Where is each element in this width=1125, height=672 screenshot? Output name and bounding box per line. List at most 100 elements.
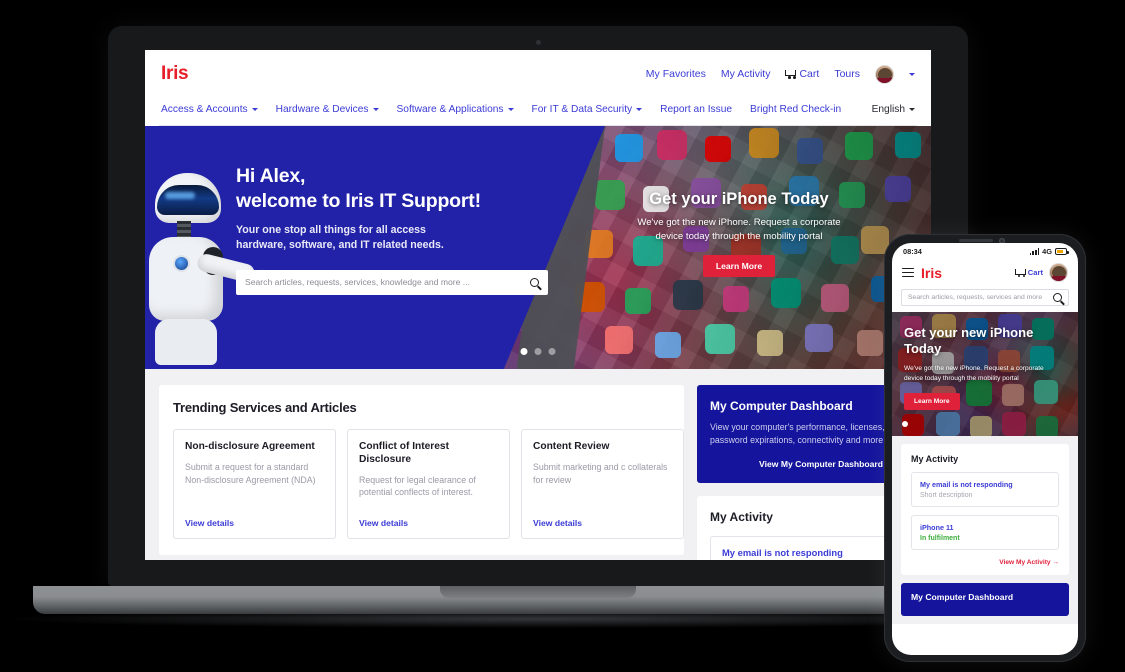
trending-tile-conflict-of-interest[interactable]: Conflict of Interest Disclosure Request … (347, 429, 510, 539)
phone-hero-content: Get your new iPhone Today We've got the … (892, 312, 1078, 436)
chevron-down-icon (636, 108, 643, 111)
phone-header: Iris Cart (892, 258, 1078, 285)
nav-label: Access & Accounts (161, 104, 248, 115)
phone-cart-label: Cart (1027, 268, 1043, 277)
site-header: Iris My Favorites My Activity Cart Tours (145, 50, 931, 126)
hero-banner: Hi Alex, welcome to Iris IT Support! You… (145, 126, 931, 369)
phone-activity-item-name: iPhone 11 (920, 523, 954, 532)
nav-label: Software & Applications (396, 104, 504, 115)
search-input[interactable]: Search articles, requests, services, kno… (236, 269, 548, 295)
brand-logo[interactable]: Iris (161, 63, 189, 85)
carousel-dots (520, 348, 556, 355)
nav-items: Access & Accounts Hardware & Devices Sof… (161, 104, 841, 115)
trending-title: Trending Services and Articles (173, 400, 357, 415)
search-icon[interactable] (530, 277, 539, 287)
phone-hero-banner: Get your new iPhone Today We've got the … (892, 312, 1078, 436)
phone-cart-link[interactable]: Cart (1014, 268, 1043, 278)
dashboard-desc-line1: View your computer's performance, licens… (710, 422, 885, 432)
hero-greeting: Hi Alex, (236, 165, 306, 187)
hamburger-menu-icon[interactable] (902, 267, 914, 278)
trending-tile-content-review[interactable]: Content Review Submit marketing and c co… (521, 429, 684, 539)
link-my-favorites[interactable]: My Favorites (646, 68, 706, 80)
phone-activity-card: My Activity My email is not responding S… (901, 444, 1069, 575)
carousel-dot[interactable] (534, 348, 542, 355)
chevron-down-icon-profile[interactable] (909, 72, 915, 76)
carousel-dot-active[interactable] (520, 348, 528, 355)
phone-view-my-activity-link[interactable]: View My Activity → (911, 559, 1059, 566)
phone-activity-item-name: My email is not responding (920, 480, 1013, 489)
phone-brand-logo[interactable]: Iris (921, 265, 1015, 281)
tile-title: Non-disclosure Agreement (185, 441, 315, 452)
nav-label: Report an Issue (660, 104, 733, 115)
view-dashboard-link[interactable]: View My Computer Dashboard → (710, 459, 894, 469)
trending-card: Trending Services and Articles Non-discl… (159, 385, 684, 555)
phone-activity-item-email[interactable]: My email is not responding Short descrip… (911, 472, 1059, 507)
tile-title: Content Review (533, 441, 610, 452)
learn-more-button[interactable]: Learn More (702, 254, 776, 277)
nav-item-it-data-security[interactable]: For IT & Data Security (532, 104, 643, 115)
phone-avatar[interactable] (1049, 263, 1068, 282)
content-left-column: Trending Services and Articles Non-discl… (159, 385, 684, 560)
link-tours[interactable]: Tours (834, 68, 860, 80)
hero-welcome: welcome to Iris IT Support! (236, 189, 481, 212)
trending-tiles: Non-disclosure Agreement Submit a reques… (173, 429, 684, 539)
phone-search-placeholder: Search articles, requests, services and … (908, 294, 1043, 301)
phone-mockup: 08:34 4G Iris Cart Search articles, requ… (884, 234, 1086, 662)
phone-activity-item-iphone[interactable]: iPhone 11 In fulfilment (911, 515, 1059, 550)
trending-tile-nda[interactable]: Non-disclosure Agreement Submit a reques… (173, 429, 336, 539)
activity-item[interactable]: My email is not responding Short descrip… (710, 536, 894, 560)
avatar[interactable] (875, 64, 894, 84)
nav-item-access-accounts[interactable]: Access & Accounts (161, 104, 258, 115)
language-selector[interactable]: English (872, 104, 915, 115)
phone-status-bar: 08:34 4G (892, 243, 1078, 258)
phone-activity-item-status: Short description (920, 492, 973, 499)
promo-title: Get your iPhone Today (649, 190, 829, 208)
nav-item-software-applications[interactable]: Software & Applications (397, 104, 514, 115)
tile-view-details-link[interactable]: View details (533, 518, 672, 528)
header-utility-links: My Favorites My Activity Cart Tours (646, 64, 915, 84)
hero-welcome-block: Hi Alex, welcome to Iris IT Support! You… (236, 164, 556, 295)
search-icon[interactable] (1053, 293, 1062, 302)
promo-line2: device today through the mobility portal (655, 230, 823, 242)
my-computer-dashboard-card[interactable]: My Computer Dashboard View your computer… (697, 385, 907, 484)
search-placeholder: Search articles, requests, services, kno… (245, 277, 470, 288)
nav-item-bright-red-check-in[interactable]: Bright Red Check-in (750, 104, 841, 115)
tile-view-details-link[interactable]: View details (359, 518, 498, 528)
phone-hero-title: Get your new iPhone Today (904, 325, 1034, 356)
link-my-activity[interactable]: My Activity (721, 68, 771, 80)
nav-label: For IT & Data Security (531, 104, 633, 115)
phone-clock: 08:34 (903, 247, 922, 256)
my-activity-card: My Activity My email is not responding S… (697, 496, 907, 560)
carousel-dot[interactable] (548, 348, 556, 355)
tile-view-details-link[interactable]: View details (185, 518, 324, 528)
phone-header-right: Cart (1014, 263, 1068, 282)
phone-dashboard-card[interactable]: My Computer Dashboard (901, 583, 1069, 616)
phone-body: My Activity My email is not responding S… (892, 436, 1078, 624)
phone-status-icons: 4G (1029, 247, 1069, 256)
main-navigation: Access & Accounts Hardware & Devices Sof… (159, 94, 917, 126)
link-cart[interactable]: Cart (785, 68, 819, 80)
hero-promo-block: Get your iPhone Today We've got the new … (589, 190, 889, 277)
cart-icon (1014, 268, 1026, 278)
laptop-webcam-icon (535, 40, 541, 45)
phone-dashboard-title: My Computer Dashboard (911, 592, 1014, 602)
tile-title: Conflict of Interest Disclosure (359, 441, 449, 465)
screenshot-stage: Iris My Favorites My Activity Cart Tours (0, 0, 1125, 672)
phone-speaker-icon (959, 239, 993, 242)
laptop-screen: Iris My Favorites My Activity Cart Tours (145, 50, 931, 560)
phone-hero-line1: We've got the new iPhone. Request a corp… (904, 365, 1044, 373)
tile-desc: Request for legal clearance of potential… (359, 474, 476, 498)
hero-subtitle-line2: hardware, software, and IT related needs… (236, 238, 444, 251)
nav-item-hardware-devices[interactable]: Hardware & Devices (276, 104, 379, 115)
phone-carousel-dot-active[interactable] (902, 421, 908, 427)
tile-desc: Submit marketing and c collaterals for r… (533, 461, 668, 485)
content-right-column: My Computer Dashboard View your computer… (697, 385, 907, 560)
promo-line1: We've got the new iPhone. Request a corp… (637, 217, 841, 228)
network-label: 4G (1042, 247, 1052, 256)
phone-activity-title: My Activity (911, 454, 959, 464)
phone-learn-more-button[interactable]: Learn More (904, 392, 960, 410)
nav-item-report-an-issue[interactable]: Report an Issue (660, 104, 732, 115)
phone-activity-item-status: In fulfilment (920, 535, 960, 542)
phone-search-input[interactable]: Search articles, requests, services and … (901, 289, 1069, 306)
page-content: Trending Services and Articles Non-discl… (145, 369, 931, 560)
